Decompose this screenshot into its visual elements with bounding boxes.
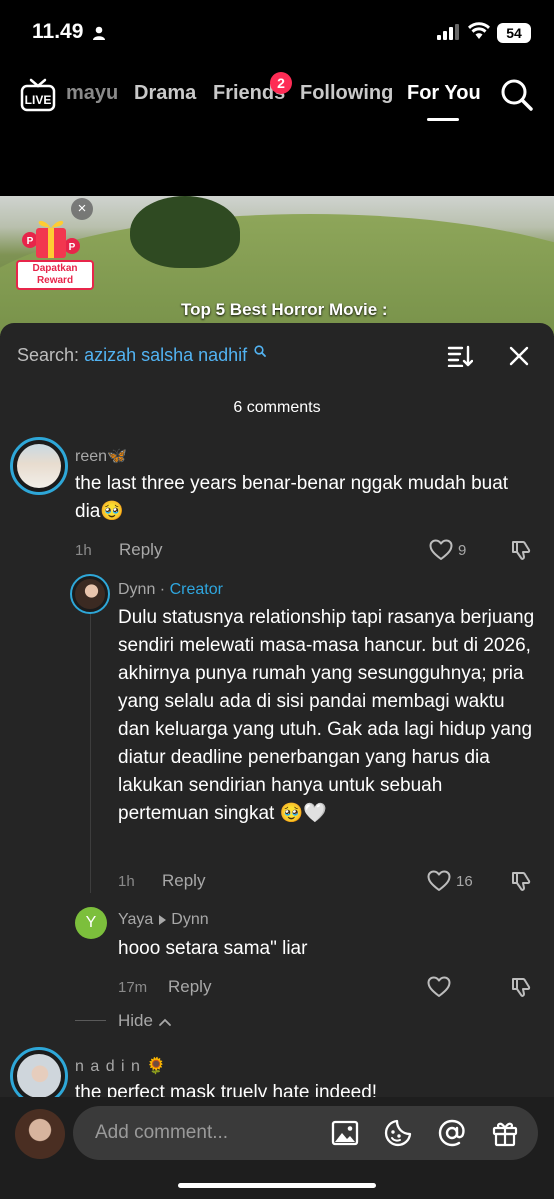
svg-text:P: P xyxy=(69,242,76,253)
comment-time: 1h xyxy=(75,542,92,559)
close-icon[interactable] xyxy=(509,346,529,366)
search-icon xyxy=(254,345,267,357)
creator-tag: Creator xyxy=(169,581,223,598)
video-tree xyxy=(130,196,240,268)
home-indicator xyxy=(178,1183,376,1188)
gift-icon[interactable] xyxy=(491,1119,519,1147)
heart-icon[interactable] xyxy=(427,870,451,892)
wifi-icon xyxy=(468,22,490,39)
comment-time: 1h xyxy=(118,873,135,890)
sort-comments-icon[interactable] xyxy=(447,345,473,367)
comment-input-bar: Add comment... xyxy=(0,1097,554,1199)
comment-username[interactable]: Dynn · Creator xyxy=(118,581,223,599)
battery-indicator: 54 xyxy=(497,23,531,43)
username-text[interactable]: Yaya xyxy=(118,911,153,928)
avatar[interactable] xyxy=(70,574,110,614)
username-text[interactable]: Dynn xyxy=(118,581,155,598)
comment-text: the last three years benar-benar nggak m… xyxy=(75,473,509,522)
chevron-up-icon xyxy=(158,1018,171,1026)
comment-time: 17m xyxy=(118,979,148,996)
svg-text:LIVE: LIVE xyxy=(25,93,52,107)
heart-icon[interactable] xyxy=(427,976,451,998)
person-icon xyxy=(93,26,105,40)
tab-for-you[interactable]: For You xyxy=(407,82,481,105)
emoji-sticker-icon[interactable] xyxy=(384,1119,412,1147)
comment-count: 6 comments xyxy=(233,399,321,416)
comment-placeholder[interactable]: Add comment... xyxy=(95,1122,228,1144)
current-user-avatar xyxy=(15,1109,65,1159)
friends-notification-badge: 2 xyxy=(270,72,292,94)
search-term-link[interactable]: azizah salsha nadhif xyxy=(84,345,247,365)
cellular-signal-icon xyxy=(437,24,459,40)
hide-divider xyxy=(75,1020,106,1021)
reply-thread-line xyxy=(90,593,91,893)
comment-input[interactable]: Add comment... xyxy=(73,1106,538,1160)
comment-text: Dulu statusnya relationship tapi rasanya… xyxy=(118,607,535,824)
search-icon[interactable] xyxy=(500,78,534,112)
reply-to-username[interactable]: Dynn xyxy=(171,911,208,928)
comment-username[interactable]: reen🦋 xyxy=(75,446,127,466)
avatar[interactable]: Y xyxy=(75,907,107,939)
search-prefix: Search: xyxy=(17,345,80,365)
dislike-icon[interactable] xyxy=(510,870,532,892)
tab-drama[interactable]: Drama xyxy=(134,82,196,105)
mention-icon[interactable] xyxy=(438,1119,466,1147)
comment-search-bar[interactable]: Search: azizah salsha nadhif xyxy=(17,345,267,366)
status-time: 11.49 xyxy=(32,20,84,43)
comment-text: hooo setara sama" liar xyxy=(118,938,308,959)
hide-replies-button[interactable]: Hide xyxy=(118,1011,172,1031)
gift-box-icon: P P xyxy=(22,220,80,258)
tab-mayu[interactable]: mayu xyxy=(66,82,118,105)
dislike-icon[interactable] xyxy=(510,539,532,561)
hide-label[interactable]: Hide xyxy=(118,1011,153,1030)
status-bar: 11.49 54 xyxy=(0,0,554,66)
like-count: 9 xyxy=(458,542,467,559)
reward-label: Dapatkan Reward xyxy=(16,260,94,290)
reward-close-button[interactable]: × xyxy=(71,198,93,220)
avatar[interactable] xyxy=(10,437,68,495)
live-tv-icon[interactable]: LIVE xyxy=(20,78,56,112)
reply-button[interactable]: Reply xyxy=(119,540,162,560)
svg-text:P: P xyxy=(27,236,34,247)
reply-button[interactable]: Reply xyxy=(168,977,211,997)
active-tab-indicator xyxy=(427,118,459,121)
reply-button[interactable]: Reply xyxy=(162,871,205,891)
comment-username[interactable]: n a d i n 🌻 xyxy=(75,1056,167,1076)
reply-arrow-icon xyxy=(159,914,167,925)
comment-username[interactable]: Yaya Dynn xyxy=(118,911,209,929)
dislike-icon[interactable] xyxy=(510,976,532,998)
image-icon[interactable] xyxy=(331,1119,359,1147)
like-count: 16 xyxy=(456,873,473,890)
video-player[interactable]: Top 5 Best Horror Movie : P P Dapatkan R… xyxy=(0,196,554,336)
creator-separator: · xyxy=(155,581,170,598)
heart-icon[interactable] xyxy=(429,539,453,561)
comments-sheet: Search: azizah salsha nadhif 6 comments … xyxy=(0,323,554,1199)
tab-following[interactable]: Following xyxy=(300,82,393,105)
video-overlay-text: Top 5 Best Horror Movie : xyxy=(181,300,388,319)
top-nav: LIVE mayu Drama Friends 2 Following For … xyxy=(0,70,554,126)
